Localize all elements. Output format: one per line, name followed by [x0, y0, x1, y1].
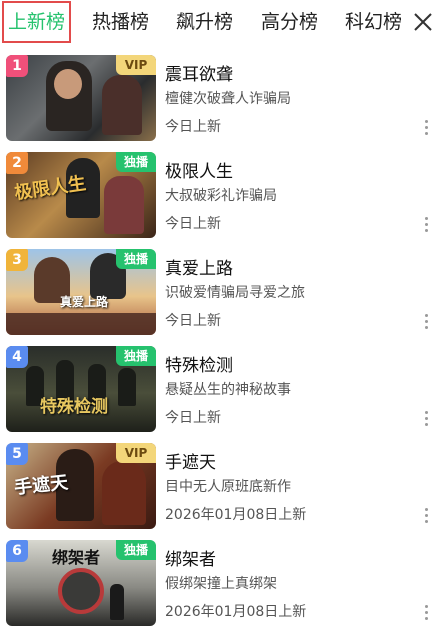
- item-date: 今日上新: [165, 119, 221, 135]
- item-description: 识破爱情骗局寻爱之旅: [165, 285, 305, 301]
- item-date: 今日上新: [165, 410, 221, 426]
- poster-title-art: 真爱上路: [60, 295, 109, 309]
- item-description: 目中无人原班底新作: [165, 479, 291, 495]
- rank-badge: 5: [6, 443, 28, 465]
- item-title[interactable]: 震耳欲聋: [165, 60, 233, 85]
- item-title[interactable]: 手遮天: [165, 448, 216, 473]
- item-date: 今日上新: [165, 216, 221, 232]
- more-options-icon[interactable]: [422, 217, 430, 233]
- more-options-icon[interactable]: [422, 411, 430, 427]
- rank-badge: 6: [6, 540, 28, 562]
- list-item[interactable]: 真爱上路 3 独播 真爱上路 识破爱情骗局寻爱之旅 今日上新: [0, 244, 440, 336]
- item-description: 大叔破彩礼诈骗局: [165, 188, 277, 204]
- item-description: 檀健次破聋人诈骗局: [165, 91, 291, 107]
- list-item[interactable]: 绑架者 6 独播 绑架者 假绑架撞上真绑架 2026年01月08日上新: [0, 535, 440, 627]
- poster-title-art: 特殊检测: [40, 397, 108, 417]
- item-date: 2026年01月08日上新: [165, 507, 307, 523]
- vip-badge: VIP: [116, 55, 156, 75]
- tab-new[interactable]: 上新榜: [2, 1, 72, 43]
- tab-top-rated[interactable]: 高分榜: [261, 0, 318, 44]
- exclusive-badge: 独播: [116, 346, 156, 366]
- more-options-icon[interactable]: [422, 508, 430, 524]
- item-date: 今日上新: [165, 313, 221, 329]
- item-description: 悬疑丛生的神秘故事: [165, 382, 291, 398]
- tab-rising[interactable]: 飙升榜: [176, 0, 233, 44]
- tab-hot[interactable]: 热播榜: [92, 0, 149, 44]
- rank-badge: 3: [6, 249, 28, 271]
- exclusive-badge: 独播: [116, 249, 156, 269]
- vip-badge: VIP: [116, 443, 156, 463]
- item-title[interactable]: 极限人生: [165, 157, 233, 182]
- item-title[interactable]: 特殊检测: [165, 351, 233, 376]
- rank-badge: 2: [6, 152, 28, 174]
- exclusive-badge: 独播: [116, 152, 156, 172]
- more-options-icon[interactable]: [422, 605, 430, 621]
- item-title[interactable]: 真爱上路: [165, 254, 233, 279]
- item-date: 2026年01月08日上新: [165, 604, 307, 620]
- item-title[interactable]: 绑架者: [165, 545, 216, 570]
- tab-scifi[interactable]: 科幻榜: [345, 0, 402, 44]
- poster-title-art: 绑架者: [52, 548, 101, 567]
- more-options-icon[interactable]: [422, 314, 430, 330]
- more-options-icon[interactable]: [422, 120, 430, 136]
- list-item[interactable]: 手遮天 5 VIP 手遮天 目中无人原班底新作 2026年01月08日上新: [0, 438, 440, 530]
- rank-badge: 4: [6, 346, 28, 368]
- category-tab-bar: 上新榜 热播榜 飙升榜 高分榜 科幻榜: [0, 0, 440, 44]
- list-item[interactable]: 1 VIP 震耳欲聋 檀健次破聋人诈骗局 今日上新: [0, 50, 440, 142]
- item-description: 假绑架撞上真绑架: [165, 576, 277, 592]
- close-icon[interactable]: [412, 11, 434, 33]
- list-item[interactable]: 特殊检测 4 独播 特殊检测 悬疑丛生的神秘故事 今日上新: [0, 341, 440, 433]
- list-item[interactable]: 极限人生 2 独播 极限人生 大叔破彩礼诈骗局 今日上新: [0, 147, 440, 239]
- rank-badge: 1: [6, 55, 28, 77]
- exclusive-badge: 独播: [116, 540, 156, 560]
